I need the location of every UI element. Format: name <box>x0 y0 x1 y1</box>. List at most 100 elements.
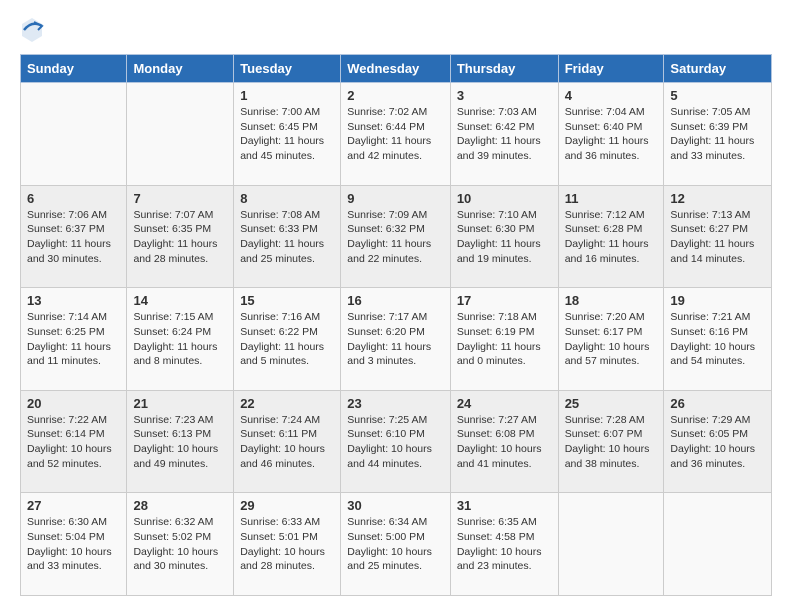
day-number: 8 <box>240 191 334 206</box>
cell-content: Sunrise: 7:16 AMSunset: 6:22 PMDaylight:… <box>240 310 334 369</box>
weekday-header: Monday <box>127 55 234 83</box>
calendar-cell: 6 Sunrise: 7:06 AMSunset: 6:37 PMDaylight… <box>21 185 127 288</box>
day-number: 13 <box>27 293 120 308</box>
weekday-header: Sunday <box>21 55 127 83</box>
weekday-header: Saturday <box>664 55 772 83</box>
calendar-cell: 22 Sunrise: 7:24 AMSunset: 6:11 PMDayligh… <box>234 390 341 493</box>
calendar-cell: 28Sunrise: 6:32 AMSunset: 5:02 PMDayligh… <box>127 493 234 596</box>
calendar-cell: 7 Sunrise: 7:07 AMSunset: 6:35 PMDaylight… <box>127 185 234 288</box>
calendar-cell: 2 Sunrise: 7:02 AMSunset: 6:44 PMDaylight… <box>341 83 451 186</box>
day-number: 15 <box>240 293 334 308</box>
calendar-cell: 14Sunrise: 7:15 AMSunset: 6:24 PMDayligh… <box>127 288 234 391</box>
calendar-cell: 27 Sunrise: 6:30 AMSunset: 5:04 PMDayligh… <box>21 493 127 596</box>
cell-content: Sunrise: 7:04 AMSunset: 6:40 PMDaylight:… <box>565 105 658 164</box>
cell-content: Sunrise: 7:25 AMSunset: 6:10 PMDaylight:… <box>347 413 444 472</box>
calendar-cell: 16 Sunrise: 7:17 AMSunset: 6:20 PMDayligh… <box>341 288 451 391</box>
cell-content: Sunrise: 6:33 AMSunset: 5:01 PMDaylight:… <box>240 515 334 574</box>
calendar-cell: 11 Sunrise: 7:12 AMSunset: 6:28 PMDayligh… <box>558 185 664 288</box>
cell-content: Sunrise: 7:18 AMSunset: 6:19 PMDaylight:… <box>457 310 552 369</box>
day-number: 7 <box>133 191 227 206</box>
calendar-cell: 17 Sunrise: 7:18 AMSunset: 6:19 PMDayligh… <box>450 288 558 391</box>
calendar-cell: 12 Sunrise: 7:13 AMSunset: 6:27 PMDayligh… <box>664 185 772 288</box>
calendar-body: 1 Sunrise: 7:00 AMSunset: 6:45 PMDaylight… <box>21 83 772 596</box>
calendar-cell: 31 Sunrise: 6:35 AMSunset: 4:58 PMDayligh… <box>450 493 558 596</box>
weekday-row: SundayMondayTuesdayWednesdayThursdayFrid… <box>21 55 772 83</box>
cell-content: Sunrise: 7:29 AMSunset: 6:05 PMDaylight:… <box>670 413 765 472</box>
calendar-cell: 21 Sunrise: 7:23 AMSunset: 6:13 PMDayligh… <box>127 390 234 493</box>
day-number: 29 <box>240 498 334 513</box>
day-number: 31 <box>457 498 552 513</box>
day-number: 9 <box>347 191 444 206</box>
day-number: 12 <box>670 191 765 206</box>
calendar-cell: 9 Sunrise: 7:09 AMSunset: 6:32 PMDaylight… <box>341 185 451 288</box>
cell-content: Sunrise: 7:14 AMSunset: 6:25 PMDaylight:… <box>27 310 120 369</box>
calendar-week-row: 1 Sunrise: 7:00 AMSunset: 6:45 PMDaylight… <box>21 83 772 186</box>
day-number: 11 <box>565 191 658 206</box>
logo-icon <box>20 16 44 44</box>
calendar-header: SundayMondayTuesdayWednesdayThursdayFrid… <box>21 55 772 83</box>
day-number: 16 <box>347 293 444 308</box>
calendar-cell: 3Sunrise: 7:03 AMSunset: 6:42 PMDaylight… <box>450 83 558 186</box>
calendar-week-row: 13 Sunrise: 7:14 AMSunset: 6:25 PMDayligh… <box>21 288 772 391</box>
weekday-header: Wednesday <box>341 55 451 83</box>
calendar-week-row: 20 Sunrise: 7:22 AMSunset: 6:14 PMDayligh… <box>21 390 772 493</box>
calendar-cell: 29 Sunrise: 6:33 AMSunset: 5:01 PMDayligh… <box>234 493 341 596</box>
cell-content: Sunrise: 7:03 AMSunset: 6:42 PMDaylight:… <box>457 105 552 164</box>
calendar-cell <box>558 493 664 596</box>
cell-content: Sunrise: 7:12 AMSunset: 6:28 PMDaylight:… <box>565 208 658 267</box>
cell-content: Sunrise: 7:10 AMSunset: 6:30 PMDaylight:… <box>457 208 552 267</box>
calendar-cell: 5Sunrise: 7:05 AMSunset: 6:39 PMDaylight… <box>664 83 772 186</box>
header <box>20 16 772 44</box>
calendar-cell <box>127 83 234 186</box>
cell-content: Sunrise: 7:02 AMSunset: 6:44 PMDaylight:… <box>347 105 444 164</box>
calendar-cell <box>664 493 772 596</box>
calendar-cell: 24 Sunrise: 7:27 AMSunset: 6:08 PMDayligh… <box>450 390 558 493</box>
calendar-cell: 1 Sunrise: 7:00 AMSunset: 6:45 PMDaylight… <box>234 83 341 186</box>
calendar-cell: 10Sunrise: 7:10 AMSunset: 6:30 PMDayligh… <box>450 185 558 288</box>
cell-content: Sunrise: 7:13 AMSunset: 6:27 PMDaylight:… <box>670 208 765 267</box>
cell-content: Sunrise: 7:28 AMSunset: 6:07 PMDaylight:… <box>565 413 658 472</box>
day-number: 17 <box>457 293 552 308</box>
cell-content: Sunrise: 6:32 AMSunset: 5:02 PMDaylight:… <box>133 515 227 574</box>
day-number: 21 <box>133 396 227 411</box>
day-number: 14 <box>133 293 227 308</box>
cell-content: Sunrise: 7:22 AMSunset: 6:14 PMDaylight:… <box>27 413 120 472</box>
day-number: 27 <box>27 498 120 513</box>
day-number: 30 <box>347 498 444 513</box>
day-number: 22 <box>240 396 334 411</box>
cell-content: Sunrise: 6:30 AMSunset: 5:04 PMDaylight:… <box>27 515 120 574</box>
cell-content: Sunrise: 7:20 AMSunset: 6:17 PMDaylight:… <box>565 310 658 369</box>
calendar-cell <box>21 83 127 186</box>
cell-content: Sunrise: 7:09 AMSunset: 6:32 PMDaylight:… <box>347 208 444 267</box>
calendar-cell: 4Sunrise: 7:04 AMSunset: 6:40 PMDaylight… <box>558 83 664 186</box>
day-number: 2 <box>347 88 444 103</box>
calendar-cell: 15 Sunrise: 7:16 AMSunset: 6:22 PMDayligh… <box>234 288 341 391</box>
calendar-cell: 23Sunrise: 7:25 AMSunset: 6:10 PMDayligh… <box>341 390 451 493</box>
day-number: 20 <box>27 396 120 411</box>
weekday-header: Thursday <box>450 55 558 83</box>
cell-content: Sunrise: 7:08 AMSunset: 6:33 PMDaylight:… <box>240 208 334 267</box>
cell-content: Sunrise: 6:35 AMSunset: 4:58 PMDaylight:… <box>457 515 552 574</box>
cell-content: Sunrise: 7:17 AMSunset: 6:20 PMDaylight:… <box>347 310 444 369</box>
calendar-cell: 19Sunrise: 7:21 AMSunset: 6:16 PMDayligh… <box>664 288 772 391</box>
day-number: 6 <box>27 191 120 206</box>
day-number: 24 <box>457 396 552 411</box>
calendar-cell: 26 Sunrise: 7:29 AMSunset: 6:05 PMDayligh… <box>664 390 772 493</box>
calendar-cell: 30 Sunrise: 6:34 AMSunset: 5:00 PMDayligh… <box>341 493 451 596</box>
cell-content: Sunrise: 7:07 AMSunset: 6:35 PMDaylight:… <box>133 208 227 267</box>
cell-content: Sunrise: 7:24 AMSunset: 6:11 PMDaylight:… <box>240 413 334 472</box>
cell-content: Sunrise: 7:23 AMSunset: 6:13 PMDaylight:… <box>133 413 227 472</box>
cell-content: Sunrise: 7:05 AMSunset: 6:39 PMDaylight:… <box>670 105 765 164</box>
cell-content: Sunrise: 7:00 AMSunset: 6:45 PMDaylight:… <box>240 105 334 164</box>
calendar-cell: 18Sunrise: 7:20 AMSunset: 6:17 PMDayligh… <box>558 288 664 391</box>
calendar-cell: 20 Sunrise: 7:22 AMSunset: 6:14 PMDayligh… <box>21 390 127 493</box>
calendar-week-row: 6 Sunrise: 7:06 AMSunset: 6:37 PMDaylight… <box>21 185 772 288</box>
cell-content: Sunrise: 7:27 AMSunset: 6:08 PMDaylight:… <box>457 413 552 472</box>
day-number: 26 <box>670 396 765 411</box>
cell-content: Sunrise: 7:21 AMSunset: 6:16 PMDaylight:… <box>670 310 765 369</box>
day-number: 25 <box>565 396 658 411</box>
cell-content: Sunrise: 7:06 AMSunset: 6:37 PMDaylight:… <box>27 208 120 267</box>
cell-content: Sunrise: 6:34 AMSunset: 5:00 PMDaylight:… <box>347 515 444 574</box>
day-number: 1 <box>240 88 334 103</box>
calendar-cell: 13 Sunrise: 7:14 AMSunset: 6:25 PMDayligh… <box>21 288 127 391</box>
